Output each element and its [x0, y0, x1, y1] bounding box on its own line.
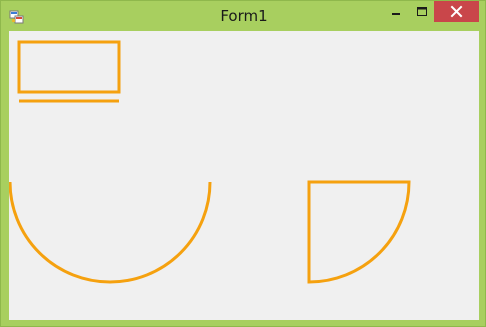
minimize-icon — [392, 13, 400, 15]
maximize-button[interactable] — [409, 1, 435, 22]
client-area[interactable] — [9, 31, 479, 320]
close-icon — [450, 5, 463, 18]
title-bar[interactable]: Form1 — [1, 1, 486, 31]
close-button[interactable] — [434, 1, 479, 22]
form-window: Form1 — [0, 0, 486, 327]
drawing-canvas — [9, 40, 411, 284]
rectangle-shape — [17, 40, 121, 94]
minimize-button[interactable] — [383, 1, 409, 22]
half-circle-arc — [9, 181, 212, 284]
quarter-pie-shape — [307, 180, 411, 284]
maximize-icon — [417, 7, 427, 16]
